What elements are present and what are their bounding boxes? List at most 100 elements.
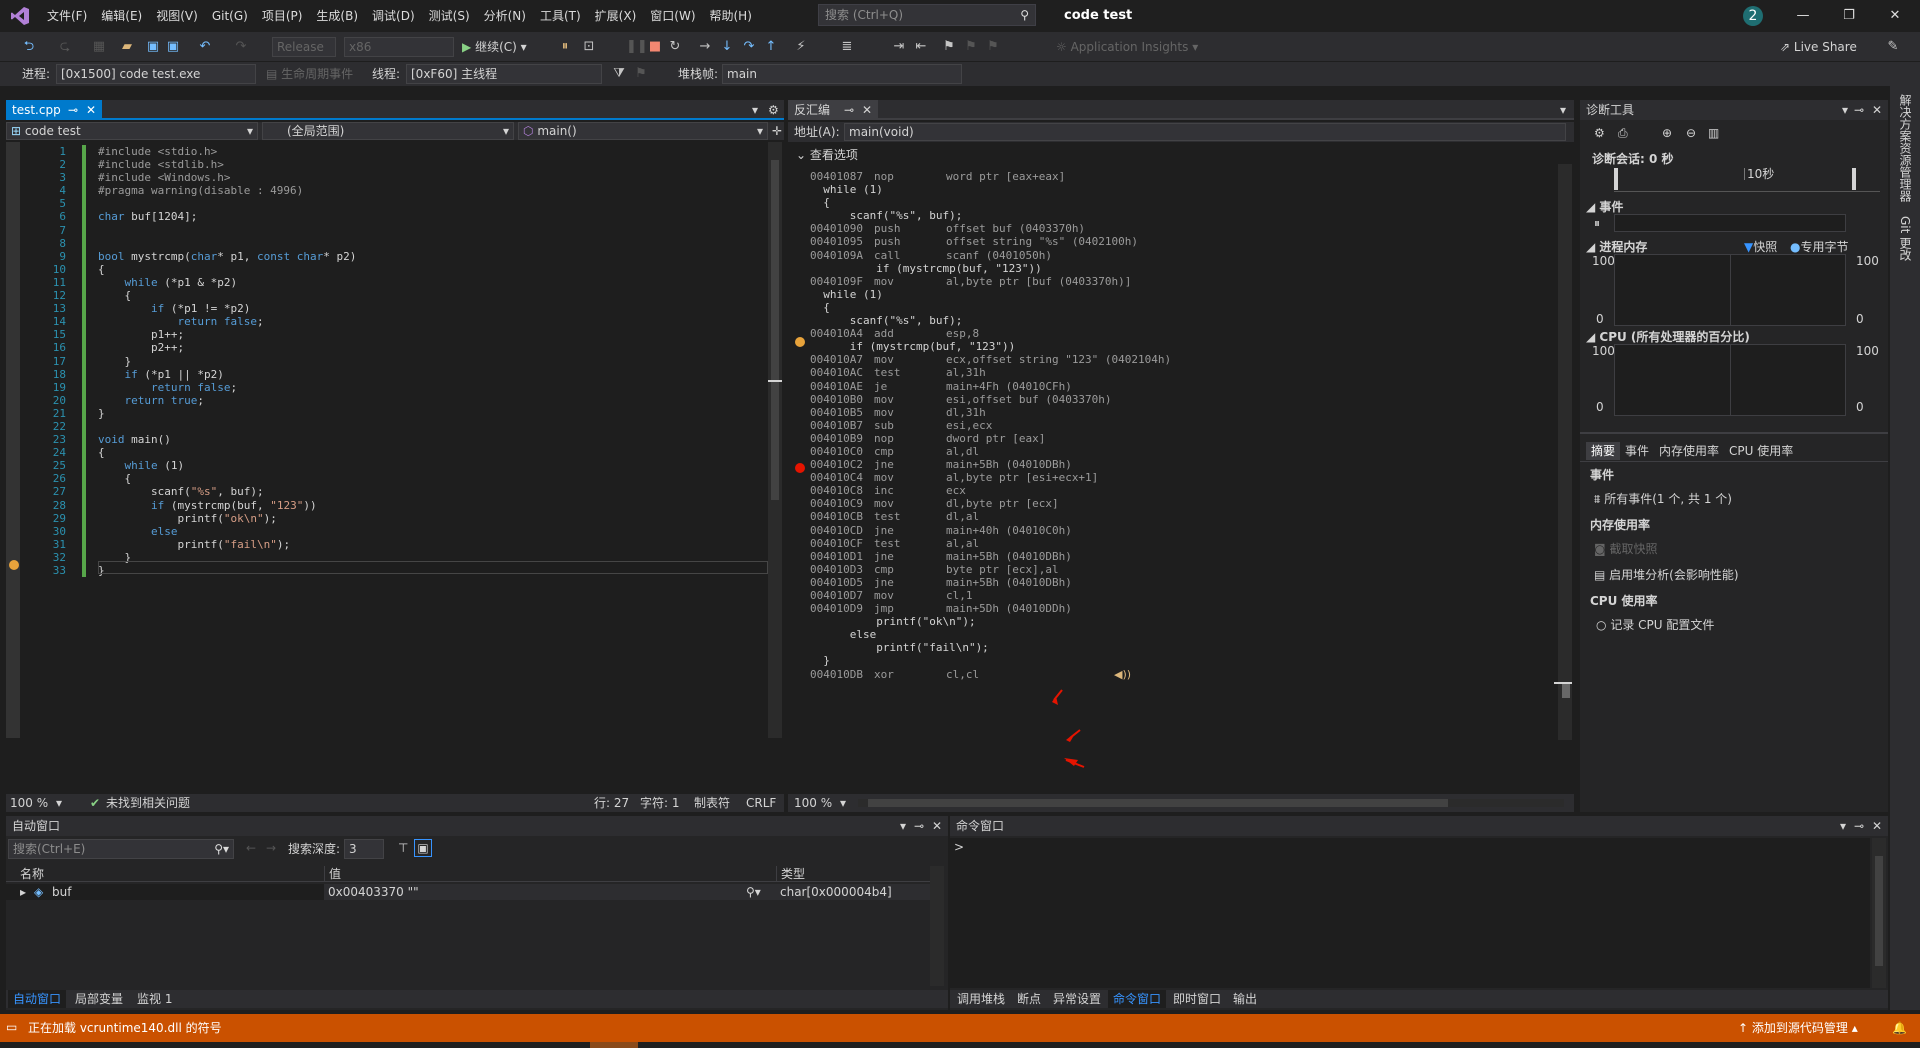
menu-item[interactable]: 生成(B) [309, 0, 365, 32]
code-line[interactable] [98, 224, 774, 237]
editor-scroll-thumb[interactable] [771, 160, 779, 500]
command-input[interactable]: > [950, 838, 1870, 988]
format-icon[interactable]: ≣ [838, 38, 856, 56]
code-line[interactable]: return false; [98, 381, 774, 394]
eol-indicator[interactable]: CRLF [746, 794, 776, 812]
diag-tab[interactable]: 摘要 [1586, 442, 1621, 460]
minimize-icon[interactable]: — [1780, 0, 1826, 32]
close-icon[interactable]: ✕ [1872, 0, 1918, 32]
instruction-line[interactable]: 004010D5 jne main+5Bh (04010DBh) [810, 576, 1550, 589]
timeline-start-handle[interactable] [1614, 168, 1618, 190]
instruction-line[interactable]: 00401087 nop word ptr [eax+eax] [810, 170, 1550, 183]
undo-icon[interactable]: ↶ [196, 38, 214, 56]
feedback-icon[interactable]: ✎ [1884, 38, 1902, 56]
source-line[interactable]: if (mystrcmp(buf, "123")) [810, 262, 1550, 275]
reset-zoom-icon[interactable]: ▥ [1708, 126, 1719, 140]
instruction-line[interactable]: 004010DB xor cl,cl [810, 668, 1550, 681]
configuration-select[interactable]: Release [272, 37, 336, 57]
bottom-tab[interactable]: 断点 [1012, 990, 1046, 1008]
code-line[interactable]: #pragma warning(disable : 4996) [98, 184, 774, 197]
code-line[interactable]: void main() [98, 433, 774, 446]
disasm-scroll-thumb[interactable] [1562, 684, 1570, 698]
pin-icon[interactable]: ⊸ [68, 100, 78, 120]
restart-icon[interactable]: ↻ [666, 38, 684, 56]
instruction-line[interactable]: 004010AE je main+4Fh (04010CFh) [810, 380, 1550, 393]
hex-display-icon[interactable]: ▣ [414, 839, 432, 857]
breakall-icon[interactable]: ⏸ [556, 38, 574, 56]
menu-item[interactable]: 分析(N) [477, 0, 533, 32]
editor-zoom-select[interactable]: 100 % [10, 794, 48, 812]
code-line[interactable]: bool mystrcmp(char* p1, const char* p2) [98, 250, 774, 263]
code-line[interactable]: printf("ok\n"); [98, 512, 774, 525]
process-icon[interactable]: ⊡ [580, 38, 598, 56]
indent-icon[interactable]: ⇥ [890, 38, 908, 56]
flag-thread-icon[interactable]: ⚑ [632, 65, 650, 83]
code-line[interactable] [98, 420, 774, 433]
filter-icon[interactable]: ⧩ [610, 65, 628, 83]
stop-icon[interactable]: ■ [646, 38, 664, 56]
stack-frame-select[interactable]: main [722, 64, 962, 84]
close-tab-icon[interactable]: ✕ [862, 100, 872, 120]
panel-menu-icon[interactable]: ▾ [900, 816, 906, 836]
code-line[interactable]: #include <Windows.h> [98, 171, 774, 184]
bottom-tab[interactable]: 调用堆栈 [952, 990, 1010, 1008]
hot-reload-icon[interactable]: ⚡ [792, 38, 810, 56]
tab-dropdown-icon[interactable]: ▾ [752, 100, 758, 120]
pin-icon[interactable]: ⊸ [1854, 100, 1864, 120]
breakpoint-margin[interactable] [6, 142, 20, 738]
instruction-line[interactable]: 004010A4 add esp,8 [810, 327, 1550, 340]
pin-icon[interactable]: ⊸ [1854, 816, 1864, 836]
menu-item[interactable]: 调试(D) [365, 0, 422, 32]
code-line[interactable]: p1++; [98, 328, 774, 341]
instruction-line[interactable]: 004010D1 jne main+5Bh (04010DBh) [810, 550, 1550, 563]
code-line[interactable] [98, 197, 774, 210]
menu-item[interactable]: 视图(V) [149, 0, 205, 32]
instruction-line[interactable]: 0040109A call scanf (0401050h) [810, 249, 1550, 262]
code-line[interactable]: } [98, 355, 774, 368]
instruction-line[interactable]: 004010C2 jne main+5Bh (04010DBh) [810, 458, 1550, 471]
menu-item[interactable]: 文件(F) [40, 0, 94, 32]
instruction-line[interactable]: 004010B9 nop dword ptr [eax] [810, 432, 1550, 445]
tab-disassembly[interactable]: 反汇编 ⊸ ✕ [788, 100, 878, 120]
code-line[interactable]: while (1) [98, 459, 774, 472]
disasm-horizontal-scrollbar[interactable] [858, 799, 1564, 807]
visualizer-icon[interactable]: ⚲▾ [746, 884, 761, 900]
timeline-end-handle[interactable] [1852, 168, 1856, 190]
col-value[interactable]: 值 [324, 866, 341, 882]
source-line[interactable]: while (1) [810, 288, 1550, 301]
bottom-tab[interactable]: 自动窗口 [8, 990, 67, 1008]
pin-icon[interactable]: ⊸ [844, 100, 854, 120]
tab-dropdown-icon[interactable]: ▾ [1560, 100, 1566, 120]
menu-item[interactable]: 编辑(E) [94, 0, 149, 32]
next-bookmark-icon[interactable]: ⚑ [984, 38, 1002, 56]
autos-search-input[interactable]: 搜索(Ctrl+E) ⚲▾ [8, 839, 234, 859]
source-line[interactable]: else [810, 628, 1550, 641]
heap-profiling-button[interactable]: ▤ 启用堆分析(会影响性能) [1594, 566, 1739, 583]
app-insights-button[interactable]: ☼ Application Insights ▾ [1056, 37, 1198, 57]
instruction-line[interactable]: 004010B0 mov esi,offset buf (0403370h) [810, 393, 1550, 406]
close-tab-icon[interactable]: ✕ [86, 100, 96, 120]
redo-icon[interactable]: ↷ [232, 38, 250, 56]
instruction-line[interactable]: 004010CD jne main+40h (04010C0h) [810, 524, 1550, 537]
instruction-line[interactable]: 004010CF test al,al [810, 537, 1550, 550]
col-name[interactable]: 名称 [20, 866, 44, 882]
timeline-ruler[interactable]: 10秒 [1614, 168, 1880, 192]
menu-item[interactable]: 窗口(W) [643, 0, 702, 32]
menu-item[interactable]: 工具(T) [533, 0, 588, 32]
lifecycle-events-button[interactable]: ▤ 生命周期事件 [266, 64, 353, 84]
close-panel-icon[interactable]: ✕ [1872, 816, 1882, 836]
search-input[interactable]: 搜索 (Ctrl+Q) ⚲ [818, 4, 1036, 26]
menu-item[interactable]: Git(G) [205, 0, 255, 32]
instruction-line[interactable]: 004010CB test dl,al [810, 510, 1550, 523]
instruction-line[interactable]: 004010D3 cmp byte ptr [ecx],al [810, 563, 1550, 576]
close-panel-icon[interactable]: ✕ [1872, 100, 1882, 120]
bottom-tab[interactable]: 输出 [1228, 990, 1262, 1008]
bookmark-icon[interactable]: ⚑ [940, 38, 958, 56]
new-project-icon[interactable]: ▦ [90, 38, 108, 56]
split-icon[interactable]: ✛ [772, 122, 782, 140]
cpu-section[interactable]: ◢ CPU (所有处理器的百分比) [1586, 328, 1750, 345]
code-line[interactable]: } [98, 407, 774, 420]
source-line[interactable]: if (mystrcmp(buf, "123")) [810, 340, 1550, 353]
function-scope-select[interactable]: ⬡ main() ▾ [518, 122, 768, 140]
save-icon[interactable]: ▣ [144, 38, 162, 56]
